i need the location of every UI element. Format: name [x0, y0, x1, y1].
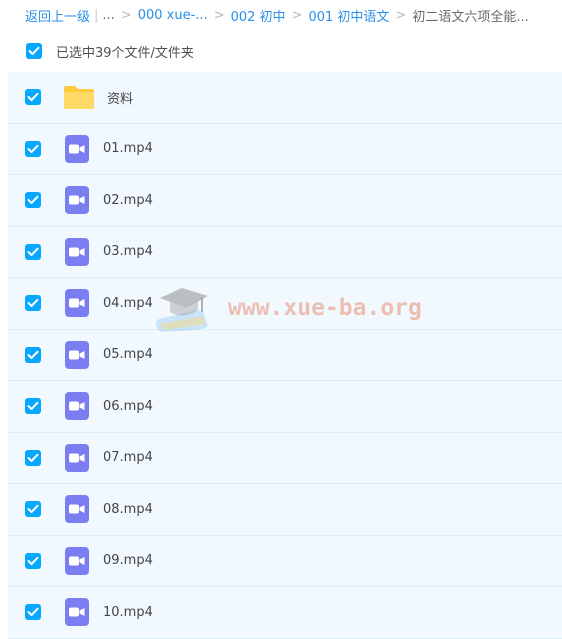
chevron-right-icon: > — [120, 7, 132, 23]
row-checkbox[interactable] — [25, 295, 41, 312]
video-file-icon — [65, 443, 89, 472]
selection-bar: 已选中39个文件/文件夹 — [0, 30, 562, 72]
checkmark-icon — [27, 453, 39, 462]
video-file-icon — [65, 598, 89, 627]
breadcrumb-item-middle-school[interactable]: 002 初中 — [231, 6, 286, 25]
checkmark-icon — [27, 402, 39, 411]
breadcrumb-divider: | — [94, 7, 99, 23]
file-name[interactable]: 08.mp4 — [103, 502, 153, 517]
checkmark-icon — [27, 247, 39, 256]
file-name[interactable]: 01.mp4 — [103, 141, 153, 156]
file-name[interactable]: 10.mp4 — [103, 605, 153, 620]
select-all-checkbox[interactable] — [26, 43, 42, 59]
back-link[interactable]: 返回上一级 — [25, 6, 90, 25]
chevron-right-icon: > — [395, 7, 407, 23]
file-name[interactable]: 02.mp4 — [103, 193, 153, 208]
list-item[interactable]: 02.mp4 — [8, 175, 562, 227]
row-checkbox[interactable] — [25, 89, 41, 106]
row-checkbox[interactable] — [25, 449, 41, 466]
video-file-icon — [65, 495, 89, 524]
checkmark-icon — [27, 556, 39, 565]
breadcrumb-current: 初二语文六项全能... — [412, 9, 529, 25]
file-name[interactable]: 资料 — [107, 88, 133, 107]
checkmark-icon — [27, 608, 39, 617]
checkmark-icon — [28, 46, 40, 55]
row-checkbox[interactable] — [25, 552, 41, 569]
checkmark-icon — [27, 505, 39, 514]
file-name[interactable]: 04.mp4 — [103, 296, 153, 311]
list-item[interactable]: 04.mp4 — [8, 278, 562, 330]
video-file-icon — [65, 237, 89, 266]
checkmark-icon — [27, 299, 39, 308]
file-name[interactable]: 03.mp4 — [103, 244, 153, 259]
selection-count: 已选中39个文件/文件夹 — [56, 45, 194, 61]
video-file-icon — [65, 340, 89, 369]
checkmark-icon — [27, 350, 39, 359]
video-file-icon — [65, 134, 89, 163]
file-name[interactable]: 06.mp4 — [103, 399, 153, 414]
row-checkbox[interactable] — [25, 346, 41, 363]
list-item[interactable]: 资料 — [8, 72, 562, 124]
breadcrumb: 返回上一级 | ... > 000 xue-... > 002 初中 > 001… — [25, 0, 555, 30]
breadcrumb-item-chinese[interactable]: 001 初中语文 — [308, 6, 389, 25]
breadcrumb-item-root[interactable]: 000 xue-... — [138, 8, 208, 23]
list-item[interactable]: 10.mp4 — [8, 587, 562, 639]
row-checkbox[interactable] — [25, 501, 41, 518]
list-item[interactable]: 06.mp4 — [8, 381, 562, 433]
file-list: 资料 01.mp4 02.mp4 03.mp4 04.mp4 05.mp4 06… — [8, 72, 562, 639]
file-name[interactable]: 09.mp4 — [103, 553, 153, 568]
checkmark-icon — [27, 196, 39, 205]
list-item[interactable]: 05.mp4 — [8, 329, 562, 381]
folder-icon — [64, 86, 94, 110]
list-item[interactable]: 08.mp4 — [8, 484, 562, 536]
list-item[interactable]: 09.mp4 — [8, 535, 562, 587]
row-checkbox[interactable] — [25, 604, 41, 621]
list-item[interactable]: 01.mp4 — [8, 123, 562, 175]
breadcrumb-ellipsis[interactable]: ... — [102, 8, 114, 23]
list-item[interactable]: 03.mp4 — [8, 226, 562, 278]
list-item[interactable]: 07.mp4 — [8, 432, 562, 484]
row-checkbox[interactable] — [25, 398, 41, 415]
video-file-icon — [65, 392, 89, 421]
row-checkbox[interactable] — [25, 140, 41, 157]
checkmark-icon — [27, 144, 39, 153]
checkmark-icon — [27, 93, 39, 102]
row-checkbox[interactable] — [25, 243, 41, 260]
video-file-icon — [65, 186, 89, 215]
chevron-right-icon: > — [213, 7, 225, 23]
video-file-icon — [65, 289, 89, 318]
row-checkbox[interactable] — [25, 192, 41, 209]
chevron-right-icon: > — [291, 7, 303, 23]
file-name[interactable]: 07.mp4 — [103, 450, 153, 465]
file-name[interactable]: 05.mp4 — [103, 347, 153, 362]
video-file-icon — [65, 546, 89, 575]
